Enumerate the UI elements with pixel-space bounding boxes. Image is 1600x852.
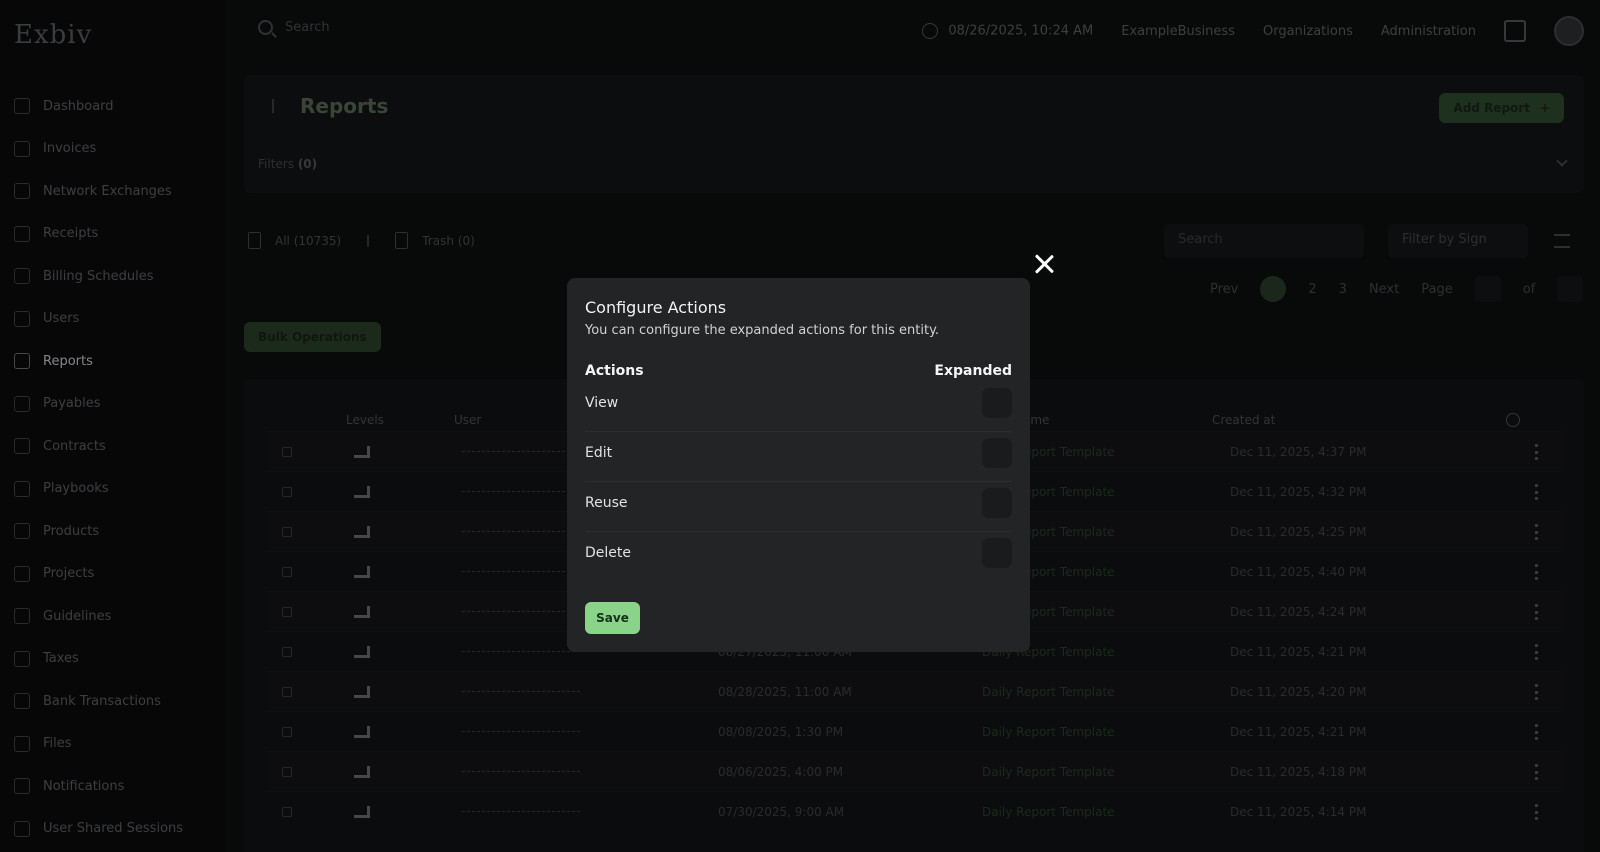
action-label: Reuse <box>585 495 628 511</box>
action-row-delete: Delete <box>585 532 1012 582</box>
expanded-column-header: Expanded <box>934 363 1012 379</box>
close-icon[interactable] <box>1030 250 1058 278</box>
action-row-reuse: Reuse <box>585 482 1012 532</box>
action-label: View <box>585 395 619 411</box>
expanded-toggle-delete[interactable] <box>982 538 1012 568</box>
action-row-edit: Edit <box>585 432 1012 482</box>
expanded-toggle-reuse[interactable] <box>982 488 1012 518</box>
expanded-toggle-edit[interactable] <box>982 438 1012 468</box>
action-row-view: View <box>585 382 1012 432</box>
save-button[interactable]: Save <box>585 602 640 634</box>
action-label: Delete <box>585 545 631 561</box>
configure-actions-modal: Configure Actions You can configure the … <box>567 278 1030 652</box>
modal-title: Configure Actions <box>585 298 727 317</box>
action-label: Edit <box>585 445 613 461</box>
actions-column-header: Actions <box>585 363 644 379</box>
modal-subtitle: You can configure the expanded actions f… <box>585 323 940 338</box>
expanded-toggle-view[interactable] <box>982 388 1012 418</box>
